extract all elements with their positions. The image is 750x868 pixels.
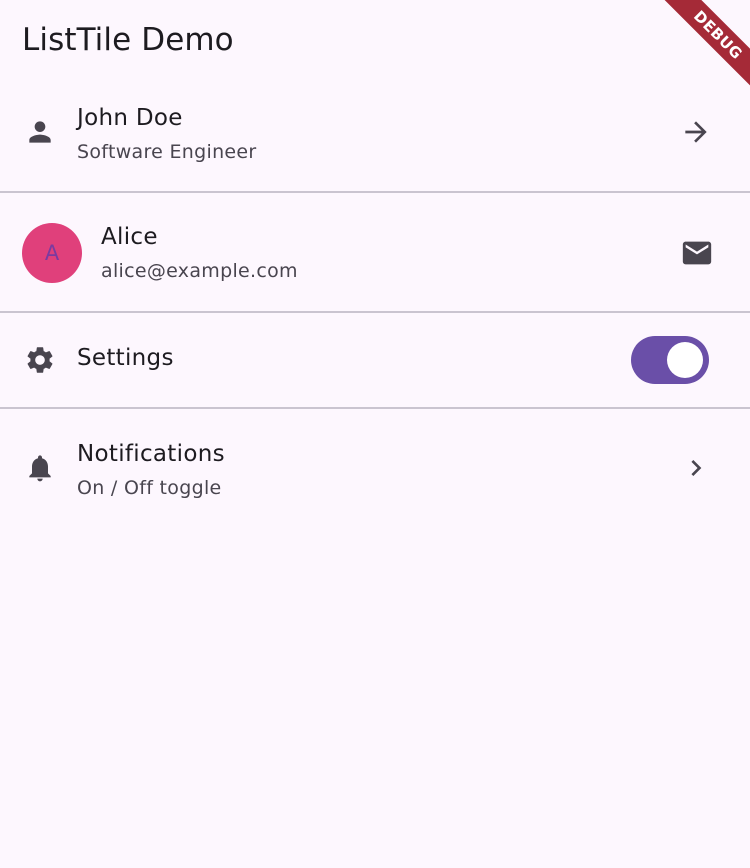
list-tile-notifications[interactable]: Notifications On / Off toggle bbox=[0, 409, 750, 519]
tile-subtitle: On / Off toggle bbox=[77, 477, 222, 499]
mail-icon[interactable] bbox=[680, 236, 714, 270]
person-icon bbox=[24, 116, 56, 148]
app-bar: ListTile Demo bbox=[0, 0, 750, 84]
list-tile-john-doe[interactable]: John Doe Software Engineer bbox=[0, 84, 750, 193]
avatar: A bbox=[22, 223, 82, 283]
tile-title: Alice bbox=[101, 224, 158, 250]
bell-icon bbox=[24, 452, 56, 484]
page-title: ListTile Demo bbox=[22, 22, 234, 58]
tile-subtitle: alice@example.com bbox=[101, 260, 298, 282]
settings-toggle-switch[interactable] bbox=[631, 336, 709, 384]
tile-title: Notifications bbox=[77, 441, 225, 467]
avatar-letter: A bbox=[44, 241, 60, 265]
switch-thumb bbox=[667, 342, 703, 378]
arrow-forward-icon[interactable] bbox=[680, 116, 712, 148]
gear-icon bbox=[24, 344, 56, 376]
tile-title: Settings bbox=[77, 345, 174, 371]
chevron-right-icon[interactable] bbox=[680, 452, 712, 484]
list-tile-alice[interactable]: A Alice alice@example.com bbox=[0, 193, 750, 313]
tile-title: John Doe bbox=[77, 105, 183, 131]
tile-subtitle: Software Engineer bbox=[77, 141, 257, 163]
list-tile-settings[interactable]: Settings bbox=[0, 313, 750, 409]
